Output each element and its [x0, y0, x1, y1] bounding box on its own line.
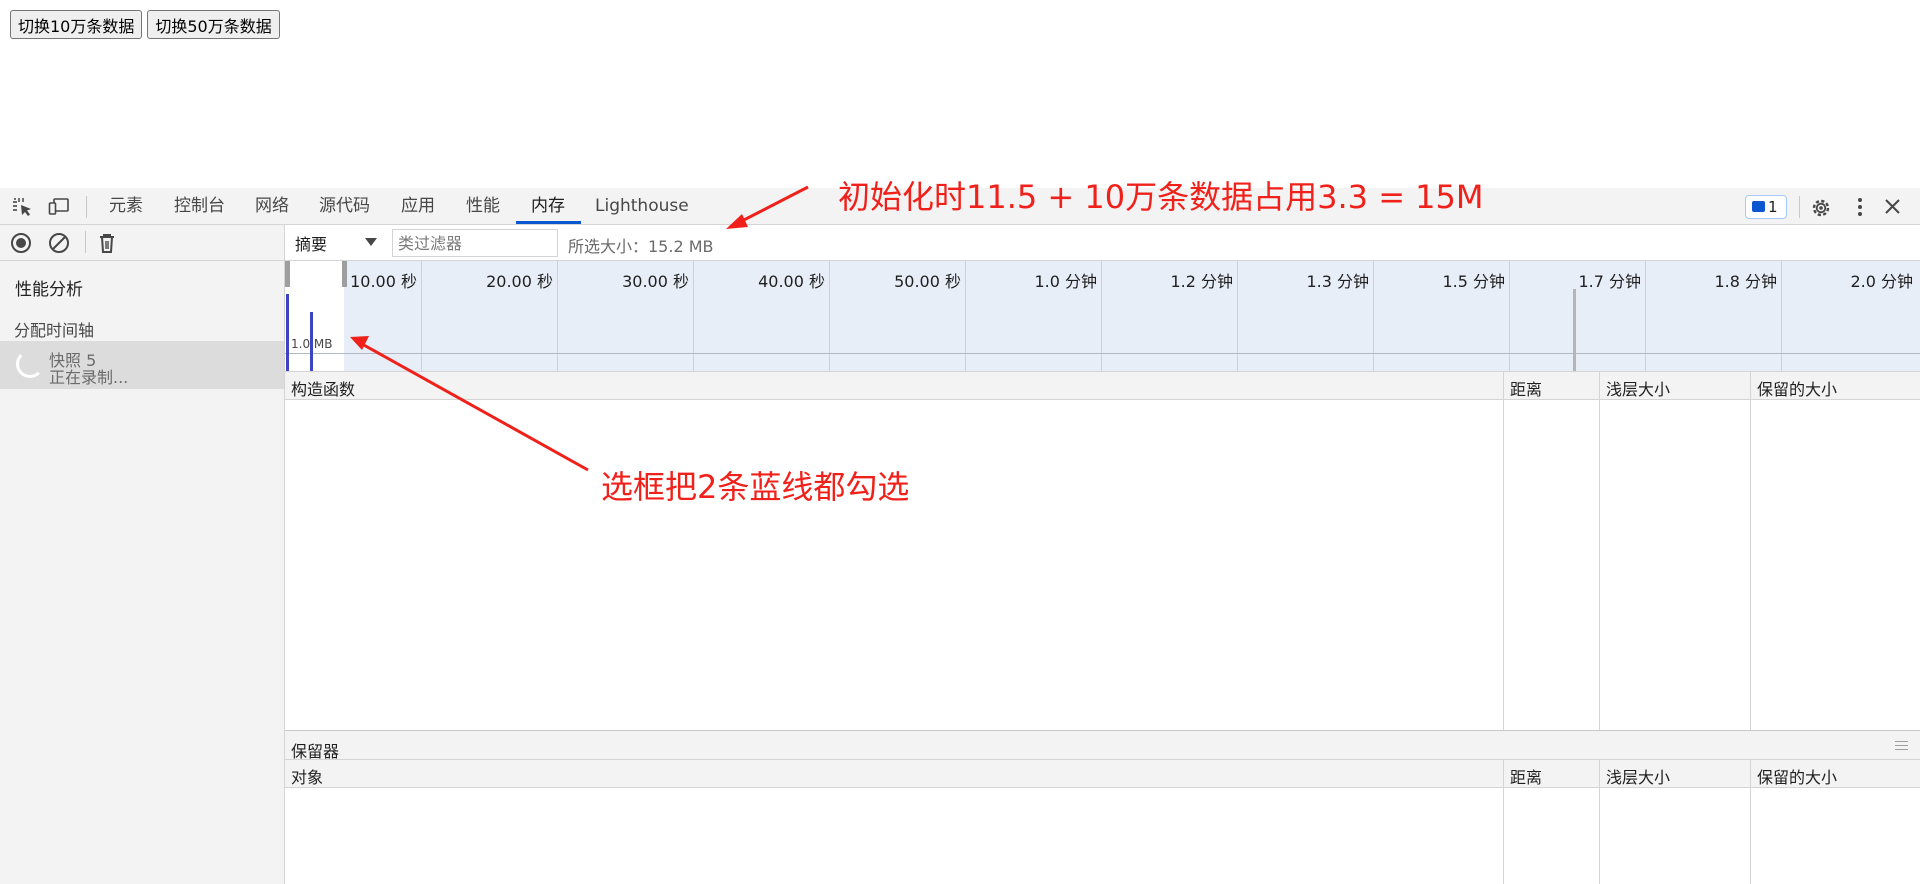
- timeline-gridline: [1101, 261, 1102, 371]
- active-tab-indicator: [516, 221, 581, 224]
- column-divider: [1599, 371, 1600, 730]
- device-toolbar-icon[interactable]: [48, 197, 70, 217]
- column-divider: [1750, 371, 1751, 730]
- timeline-gridline: [1373, 261, 1374, 371]
- record-icon[interactable]: [10, 232, 32, 253]
- tab-network[interactable]: 网络: [255, 188, 289, 225]
- timeline-label: 10.00 秒: [350, 272, 417, 291]
- tab-elements[interactable]: 元素: [109, 188, 143, 225]
- column-distance[interactable]: 距离: [1510, 376, 1542, 400]
- timeline-gridline: [1781, 261, 1782, 371]
- timeline-label: 30.00 秒: [622, 272, 689, 291]
- tab-application[interactable]: 应用: [401, 188, 435, 225]
- switch-500k-button[interactable]: 切换50万条数据: [147, 10, 280, 39]
- tab-lighthouse[interactable]: Lighthouse: [595, 188, 689, 225]
- constructors-grid-header: 构造函数 距离 浅层大小 保留的大小: [285, 371, 1920, 400]
- timeline-label: 1.3 分钟: [1306, 272, 1369, 291]
- timeline-label: 2.0 分钟: [1850, 272, 1913, 291]
- close-icon[interactable]: [1882, 197, 1904, 217]
- column-divider: [1503, 759, 1504, 884]
- timeline-gridline: [421, 261, 422, 371]
- trash-icon[interactable]: [96, 232, 118, 253]
- view-select[interactable]: 摘要: [295, 231, 327, 255]
- column-divider: [1750, 759, 1751, 884]
- class-filter-input[interactable]: [392, 229, 558, 257]
- allocation-timeline-overview[interactable]: 10.00 秒 20.00 秒 30.00 秒 40.00 秒 50.00 秒 …: [285, 261, 1920, 371]
- tab-performance[interactable]: 性能: [466, 188, 500, 225]
- timeline-label: 1.0 分钟: [1034, 272, 1097, 291]
- timeline-gridline: [965, 261, 966, 371]
- column-divider: [1599, 759, 1600, 884]
- column-retained-size[interactable]: 保留的大小: [1757, 376, 1837, 400]
- issues-icon: [1752, 201, 1765, 212]
- snapshot-item[interactable]: 快照 5 正在录制...: [0, 341, 284, 389]
- toolbar-separator: [85, 231, 86, 253]
- tab-sources[interactable]: 源代码: [319, 188, 370, 225]
- retainers-section-header[interactable]: 保留器: [285, 730, 1920, 761]
- more-options-icon[interactable]: [1849, 197, 1871, 217]
- profiles-toolbar: [0, 225, 285, 261]
- timeline-label: 40.00 秒: [758, 272, 825, 291]
- column-shallow-size[interactable]: 浅层大小: [1606, 764, 1670, 788]
- timeline-gridline: [557, 261, 558, 371]
- timeline-gridline: [1237, 261, 1238, 371]
- timeline-label: 1.7 分钟: [1578, 272, 1641, 291]
- annotation-top: 初始化时11.5 + 10万条数据占用3.3 = 15M: [838, 178, 1484, 216]
- loading-spinner-icon: [16, 350, 44, 378]
- timeline-current-marker: [1573, 289, 1576, 371]
- retainers-grid-header: 对象 距离 浅层大小 保留的大小: [285, 759, 1920, 788]
- allocation-bar: [286, 294, 289, 371]
- timeline-baseline: [285, 353, 1920, 354]
- switch-100k-button[interactable]: 切换10万条数据: [10, 10, 143, 39]
- column-divider: [1503, 371, 1504, 730]
- drag-handle-icon[interactable]: [1895, 741, 1908, 750]
- issues-badge[interactable]: 1: [1745, 195, 1787, 219]
- devtools-panel: 元素 控制台 网络 源代码 应用 性能 内存 Lighthouse 1 性能分析…: [0, 188, 1920, 884]
- profiles-heading: 性能分析: [15, 280, 83, 300]
- column-constructor[interactable]: 构造函数: [291, 376, 355, 400]
- toolbar-separator: [1799, 196, 1800, 218]
- column-object[interactable]: 对象: [291, 764, 323, 788]
- inspect-element-icon[interactable]: [12, 197, 34, 217]
- timeline-label: 1.2 分钟: [1170, 272, 1233, 291]
- clear-icon[interactable]: [48, 232, 70, 253]
- timeline-gridline: [1645, 261, 1646, 371]
- timeline-label: 20.00 秒: [486, 272, 553, 291]
- timeline-gridline: [693, 261, 694, 371]
- gear-icon[interactable]: [1810, 197, 1832, 217]
- page-button-group: 切换10万条数据 切换50万条数据: [10, 10, 280, 39]
- allocation-timeline-heading: 分配时间轴: [14, 321, 95, 340]
- tab-console[interactable]: 控制台: [174, 188, 225, 225]
- timeline-scale-label: 1.0 MB: [291, 337, 333, 351]
- retainers-grid: 对象 距离 浅层大小 保留的大小: [285, 759, 1920, 884]
- memory-view-toolbar: 摘要 所选大小：15.2 MB: [285, 225, 1920, 261]
- tab-memory[interactable]: 内存: [531, 188, 565, 225]
- timeline-left-handle[interactable]: [285, 261, 290, 287]
- issues-count: 1: [1768, 198, 1778, 216]
- timeline-gridline: [829, 261, 830, 371]
- timeline-gridline: [1509, 261, 1510, 371]
- annotation-middle: 选框把2条蓝线都勾选: [601, 468, 910, 506]
- column-retained-size[interactable]: 保留的大小: [1757, 764, 1837, 788]
- selected-size-text: 所选大小：15.2 MB: [568, 237, 714, 256]
- timeline-label: 50.00 秒: [894, 272, 961, 291]
- column-distance[interactable]: 距离: [1510, 764, 1542, 788]
- profiles-sidebar: 性能分析 分配时间轴 快照 5 正在录制...: [0, 261, 285, 884]
- column-shallow-size[interactable]: 浅层大小: [1606, 376, 1670, 400]
- chevron-down-icon[interactable]: [365, 238, 377, 246]
- timeline-label: 1.5 分钟: [1442, 272, 1505, 291]
- toolbar-separator: [86, 196, 87, 218]
- snapshot-status: 正在录制...: [49, 368, 129, 387]
- constructors-grid: 构造函数 距离 浅层大小 保留的大小: [285, 371, 1920, 730]
- timeline-label: 1.8 分钟: [1714, 272, 1777, 291]
